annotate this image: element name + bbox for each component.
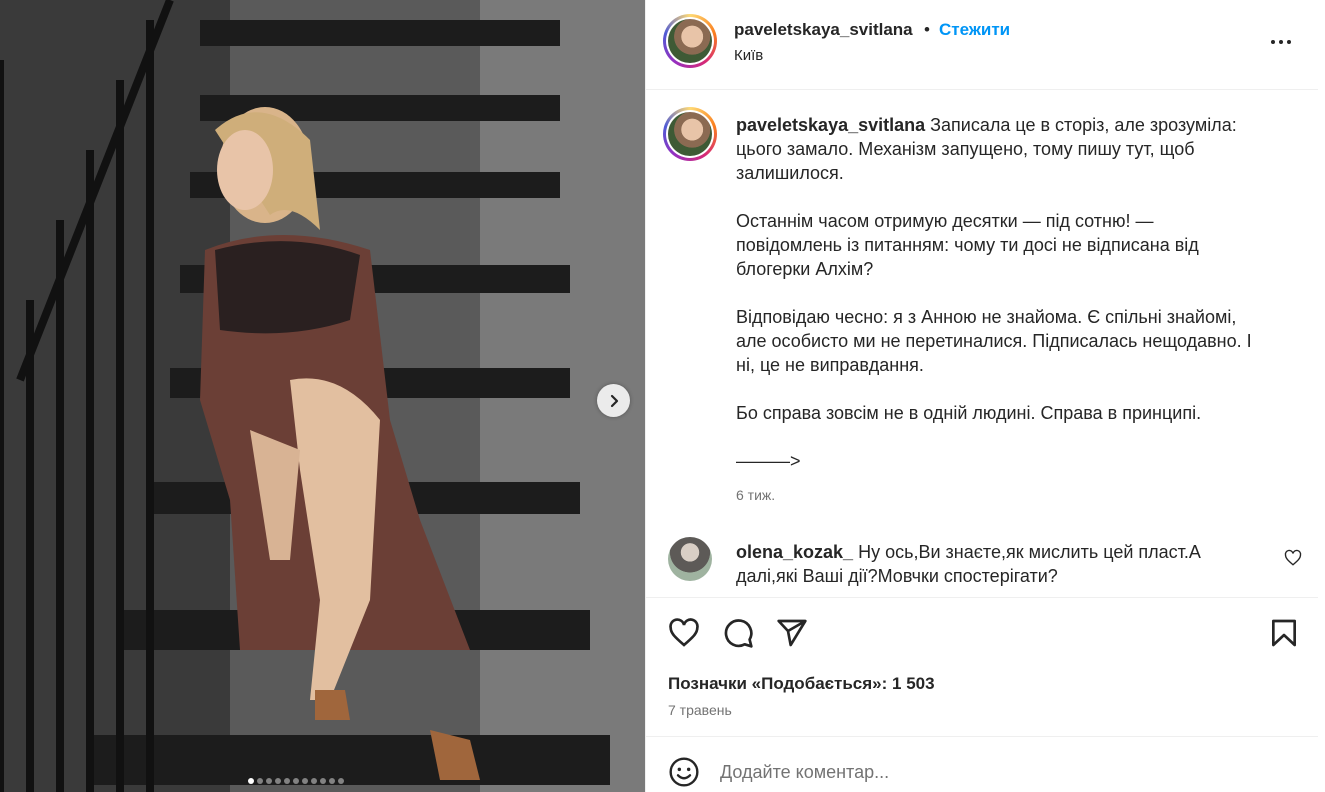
emoji-icon[interactable] (668, 756, 700, 788)
comment: olena_kozak_ Ну ось,Ви знаєте,як мислить… (736, 540, 1236, 588)
carousel-dot (293, 778, 299, 784)
caption-time[interactable]: 6 тиж. (736, 487, 775, 503)
carousel-dot (248, 778, 254, 784)
caption-avatar[interactable] (663, 107, 717, 161)
post-caption: paveletskaya_svitlana Записала це в стор… (736, 113, 1256, 497)
author-avatar[interactable] (663, 14, 717, 68)
comments-section: paveletskaya_svitlana Записала це в стор… (646, 91, 1318, 596)
carousel-indicator (0, 778, 645, 784)
post-photo (0, 0, 645, 792)
heart-icon[interactable] (668, 617, 700, 649)
likes-count[interactable]: Позначки «Подобається»: 1 503 (668, 674, 935, 694)
caption-paragraph: Відповідаю чесно: я з Анною не знайома. … (736, 307, 1252, 375)
follow-button[interactable]: Стежити (939, 20, 1010, 40)
caption-paragraph: ———> (736, 451, 801, 471)
post-sidebar: paveletskaya_svitlana • Стежити Київ pav… (645, 0, 1325, 792)
more-icon (1271, 40, 1275, 44)
comment-username[interactable]: olena_kozak_ (736, 542, 853, 562)
post-header: paveletskaya_svitlana • Стежити Київ (646, 0, 1318, 90)
commenter-avatar[interactable] (668, 537, 712, 581)
comment-heart-icon[interactable] (1284, 549, 1302, 567)
chevron-right-icon (610, 394, 618, 407)
carousel-dot (329, 778, 335, 784)
post-location[interactable]: Київ (734, 47, 763, 64)
carousel-dot (320, 778, 326, 784)
add-comment-bar (646, 738, 1318, 792)
author-username[interactable]: paveletskaya_svitlana (734, 20, 913, 40)
carousel-dot (257, 778, 263, 784)
carousel-dot (302, 778, 308, 784)
bookmark-icon[interactable] (1268, 617, 1300, 649)
post-media (0, 0, 645, 792)
post-dialog: paveletskaya_svitlana • Стежити Київ pav… (0, 0, 1325, 792)
header-separator: • (924, 20, 930, 39)
carousel-dot (311, 778, 317, 784)
post-date[interactable]: 7 травень (668, 702, 732, 718)
share-icon[interactable] (776, 617, 808, 649)
post-actions: Позначки «Подобається»: 1 503 7 травень (646, 597, 1318, 737)
next-slide-button[interactable] (597, 384, 630, 417)
caption-paragraph: Бо справа зовсім не в одній людині. Спра… (736, 403, 1202, 423)
carousel-dot (266, 778, 272, 784)
more-options-button[interactable] (1266, 30, 1296, 54)
carousel-dot (338, 778, 344, 784)
comment-icon[interactable] (722, 617, 754, 649)
carousel-dot (275, 778, 281, 784)
carousel-dot (284, 778, 290, 784)
caption-paragraph: Останнім часом отримую десятки — під сот… (736, 211, 1199, 279)
caption-username[interactable]: paveletskaya_svitlana (736, 115, 925, 135)
comment-input[interactable] (720, 754, 1280, 790)
